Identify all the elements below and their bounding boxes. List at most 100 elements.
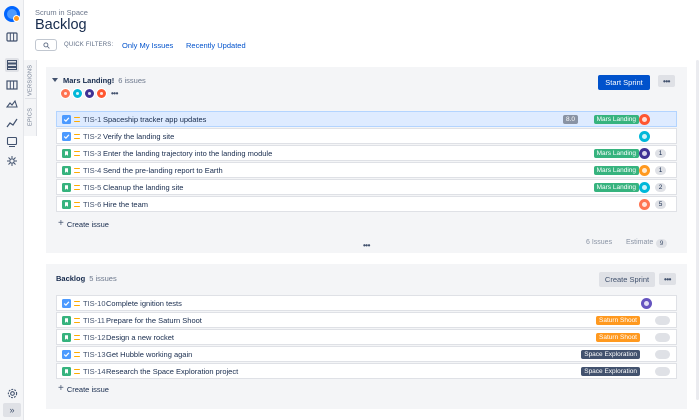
sprint-summary-estimate-value: 9	[656, 239, 667, 248]
bookmark-icon	[65, 185, 68, 190]
backlog-more-button[interactable]: •••	[659, 273, 676, 285]
issue-summary: Complete ignition tests	[106, 299, 182, 308]
issue-key[interactable]: TIS-5	[83, 183, 101, 192]
issue-row[interactable]: TIS-5 Cleanup the landing site Mars Landin…	[56, 179, 677, 195]
start-sprint-button[interactable]: Start Sprint	[598, 75, 650, 90]
issue-key[interactable]: TIS-2	[83, 132, 101, 141]
expand-sidebar-button[interactable]: »	[3, 403, 21, 417]
issue-row[interactable]: TIS-14 Research the Space Exploration pro…	[56, 363, 677, 379]
assignee-avatar[interactable]	[639, 199, 650, 210]
bookmark-icon	[65, 151, 68, 156]
sprint-assignees: •••	[60, 88, 118, 99]
issue-row[interactable]: TIS-2 Verify the landing site	[56, 128, 677, 144]
issue-summary: Verify the landing site	[103, 132, 175, 141]
issue-row[interactable]: TIS-13 Get Hubble working again Space Expl…	[56, 346, 677, 362]
epic-label[interactable]: Mars Landing	[593, 183, 639, 192]
avatar[interactable]	[72, 88, 83, 99]
story-points-badge	[655, 316, 670, 325]
backlog-icon[interactable]	[5, 58, 19, 72]
issue-row[interactable]: TIS-3 Enter the landing trajectory into t…	[56, 145, 677, 161]
search-button[interactable]	[35, 39, 57, 51]
issue-summary: Cleanup the landing site	[103, 183, 184, 192]
issue-row[interactable]: TIS-4 Send the pre-landing report to Eart…	[56, 162, 677, 178]
story-type-icon	[62, 367, 71, 376]
issue-key[interactable]: TIS-14	[83, 367, 106, 376]
avatar[interactable]	[84, 88, 95, 99]
priority-medium-icon	[74, 352, 80, 357]
issue-row[interactable]: TIS-11 Prepare for the Saturn Shoot Saturn…	[56, 312, 677, 328]
create-sprint-button[interactable]: Create Sprint	[599, 272, 655, 287]
issues-icon[interactable]	[5, 135, 19, 149]
collapse-sprint-icon[interactable]	[52, 78, 58, 82]
tab-epics[interactable]: EPICS	[25, 100, 36, 134]
check-icon	[63, 117, 70, 123]
sprint-header: Mars Landing! 6 issues	[63, 76, 146, 85]
epic-label[interactable]: Saturn Shoot	[596, 333, 640, 342]
issue-summary: Design a new rocket	[106, 333, 174, 342]
issue-key[interactable]: TIS-12	[83, 333, 106, 342]
filter-only-my-issues[interactable]: Only My Issues	[122, 41, 173, 50]
epic-label[interactable]: Space Exploration	[581, 350, 640, 359]
breadcrumb[interactable]: Scrum in Space	[35, 8, 88, 17]
active-sprints-icon[interactable]	[5, 78, 19, 92]
epic-label[interactable]: Mars Landing	[593, 115, 639, 124]
priority-medium-icon	[74, 369, 80, 374]
issue-row[interactable]: TIS-12 Design a new rocket Saturn Shoot	[56, 329, 677, 345]
issue-row[interactable]: TIS-6 Hire the team 5	[56, 196, 677, 212]
issue-key[interactable]: TIS-3	[83, 149, 101, 158]
check-icon	[63, 134, 70, 140]
story-points-badge	[655, 367, 670, 376]
epic-label[interactable]: Space Exploration	[581, 367, 640, 376]
epic-label[interactable]: Saturn Shoot	[596, 316, 640, 325]
issue-key[interactable]: TIS-11	[83, 316, 105, 325]
drag-handle-icon[interactable]: •••	[363, 241, 370, 250]
create-issue-sprint[interactable]: + Create issue	[58, 219, 109, 229]
scrollbar[interactable]	[696, 60, 699, 400]
story-points-badge: 1	[655, 149, 666, 158]
board-icon[interactable]	[5, 30, 19, 44]
priority-medium-icon	[74, 168, 80, 173]
issue-key[interactable]: TIS-6	[83, 200, 101, 209]
backlog-name: Backlog	[56, 274, 86, 283]
bookmark-icon	[65, 168, 68, 173]
sprint-more-button[interactable]: •••	[658, 75, 675, 87]
priority-medium-icon	[74, 318, 80, 323]
sprint-name[interactable]: Mars Landing!	[63, 76, 114, 85]
priority-medium-icon	[74, 202, 80, 207]
assignee-avatar[interactable]	[641, 298, 652, 309]
epic-label[interactable]: Mars Landing	[593, 166, 639, 175]
sprint-issue-count: 6 issues	[118, 76, 146, 85]
settings-icon[interactable]	[5, 386, 19, 400]
tab-versions[interactable]: VERSIONS	[25, 62, 36, 98]
tab-divider	[25, 98, 36, 99]
issue-key[interactable]: TIS-10	[83, 299, 106, 308]
components-icon[interactable]	[5, 154, 19, 168]
story-type-icon	[62, 316, 71, 325]
story-type-icon	[62, 183, 71, 192]
issue-summary: Prepare for the Saturn Shoot	[106, 316, 202, 325]
assignee-avatar[interactable]	[639, 182, 650, 193]
story-points-badge: 2	[655, 183, 666, 192]
filter-recently-updated[interactable]: Recently Updated	[186, 41, 246, 50]
issue-row[interactable]: TIS-10 Complete ignition tests	[56, 295, 677, 311]
releases-icon[interactable]	[5, 97, 19, 111]
issue-summary: Research the Space Exploration project	[106, 367, 239, 376]
issue-row[interactable]: TIS-1 Spaceship tracker app updates 8.0 Mar…	[56, 111, 677, 127]
task-type-icon	[62, 132, 71, 141]
assignee-avatar[interactable]	[639, 114, 650, 125]
assignee-avatar[interactable]	[639, 148, 650, 159]
issue-key[interactable]: TIS-4	[83, 166, 101, 175]
global-sidebar: »	[0, 0, 24, 420]
avatar[interactable]	[96, 88, 107, 99]
story-points-badge: 1	[655, 166, 666, 175]
epic-label[interactable]: Mars Landing	[593, 149, 639, 158]
assignee-avatar[interactable]	[639, 131, 650, 142]
issue-key[interactable]: TIS-1	[83, 115, 101, 124]
reports-icon[interactable]	[5, 116, 19, 130]
create-issue-label: Create issue	[66, 219, 109, 229]
create-issue-backlog[interactable]: + Create issue	[58, 384, 109, 394]
more-assignees-icon[interactable]: •••	[111, 89, 118, 98]
assignee-avatar[interactable]	[639, 165, 650, 176]
avatar[interactable]	[60, 88, 71, 99]
issue-key[interactable]: TIS-13	[83, 350, 106, 359]
